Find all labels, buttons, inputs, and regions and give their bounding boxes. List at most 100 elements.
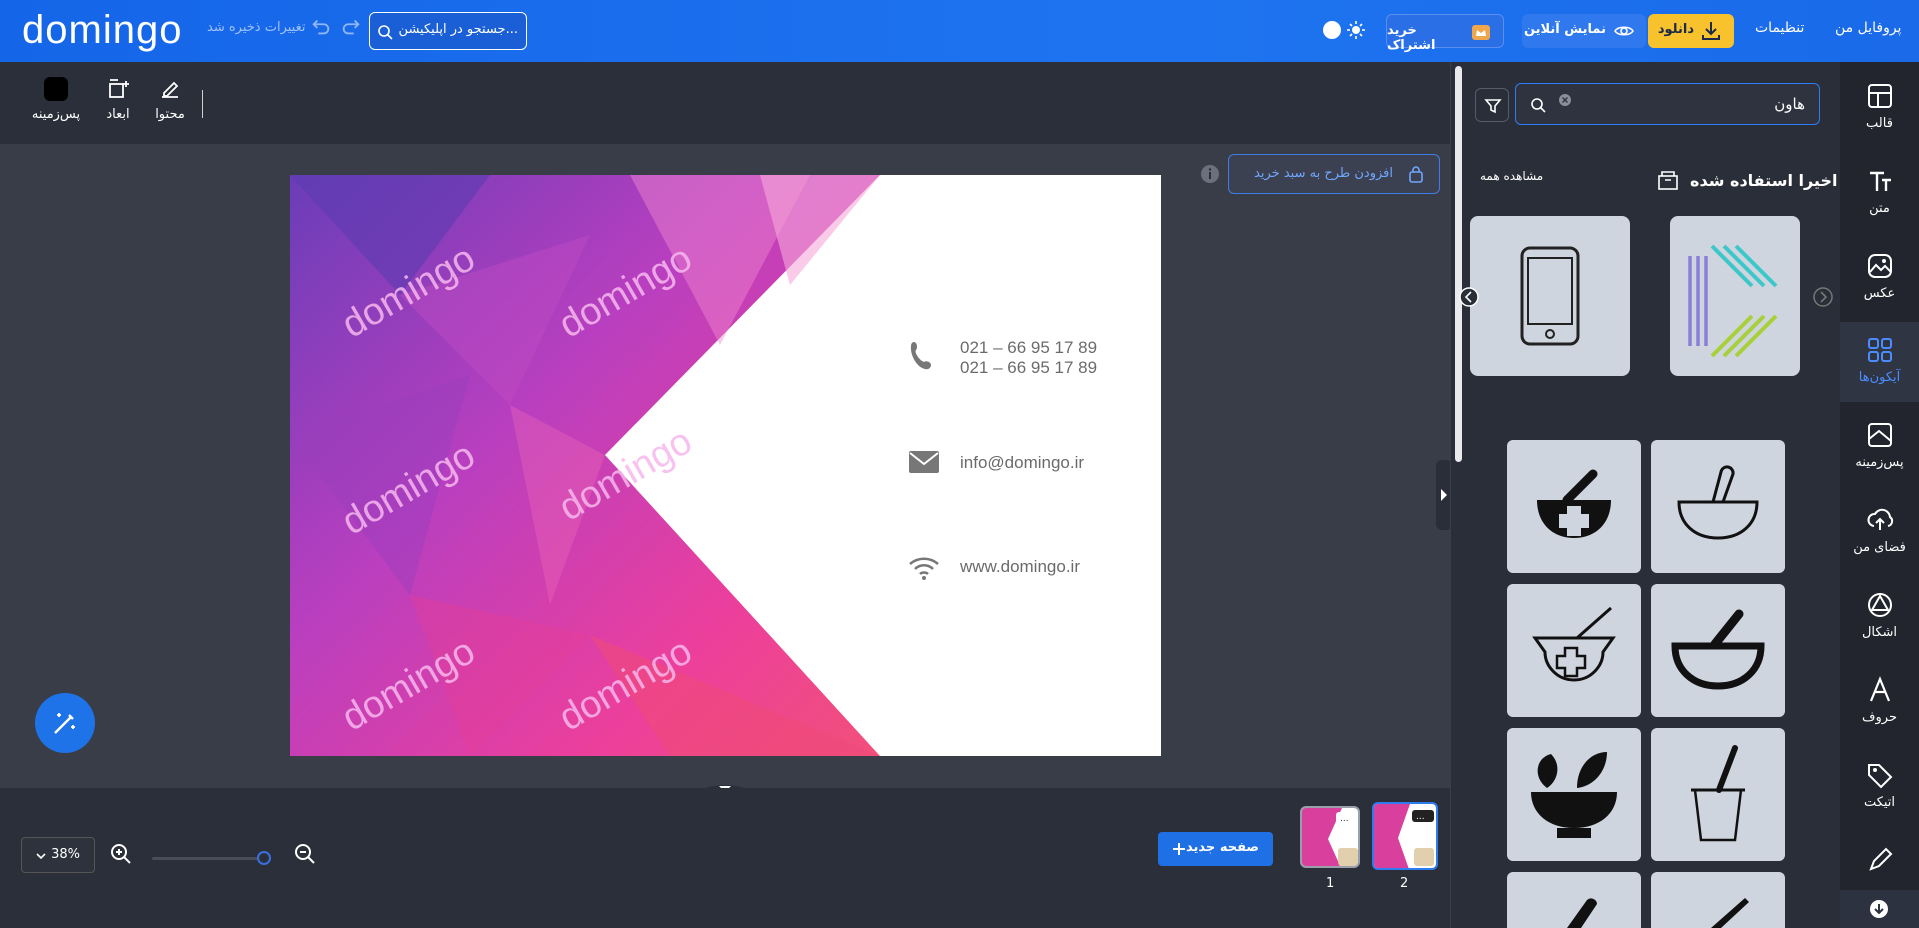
nav-label: قالب (1866, 116, 1893, 131)
icons-grid-icon (1867, 338, 1892, 362)
icon-result-tile[interactable] (1507, 872, 1641, 928)
dimensions-tool[interactable]: ابعاد (100, 77, 136, 122)
zoom-out-icon[interactable] (294, 843, 316, 865)
theme-toggle[interactable] (1320, 18, 1368, 42)
info-icon[interactable] (1200, 164, 1220, 184)
icon-result-tile[interactable] (1507, 440, 1641, 573)
search-icon (378, 25, 393, 40)
mortar-pestle-medical-icon (1532, 606, 1616, 682)
shapes-icon (1867, 593, 1892, 617)
carousel-prev-icon[interactable] (1458, 286, 1480, 308)
app-search-input[interactable]: جستجو در اپلیکیشن... (369, 12, 527, 50)
photo-icon (1867, 254, 1892, 278)
nav-letters[interactable]: حروف (1840, 662, 1919, 742)
recently-used-title: اخیرا استفاده شده (1690, 171, 1838, 190)
save-status: تغییرات ذخیره شد (207, 20, 306, 35)
subscribe-label: خرید اشتراک (1387, 23, 1436, 53)
background-swatch-icon (44, 77, 68, 101)
wifi-icon (909, 557, 939, 580)
nav-label: اشکال (1861, 625, 1898, 640)
page-thumbnail-active[interactable]: ... (1372, 802, 1438, 870)
cloud-upload-icon (1867, 508, 1893, 530)
mortar-pestle-cross-icon (1537, 469, 1611, 538)
panel-scrollbar[interactable] (1455, 66, 1462, 462)
filter-icon (1484, 99, 1502, 114)
herbal-mortar-icon (1531, 752, 1617, 838)
nav-background[interactable]: پس‌زمینه (1840, 407, 1919, 487)
magic-wand-button[interactable] (35, 693, 95, 753)
add-to-cart-button[interactable]: افزودن طرح به سبد خرید (1228, 154, 1440, 194)
letters-icon (1869, 676, 1890, 702)
toolbar-divider (202, 90, 203, 118)
zoom-slider-handle[interactable] (257, 851, 271, 865)
icon-result-tile[interactable] (1651, 584, 1785, 717)
icon-result-tile[interactable] (1507, 584, 1641, 717)
nav-label: آیکون‌ها (1858, 370, 1901, 385)
undo-icon[interactable] (310, 16, 332, 38)
mortar-pestle-bold-icon (1671, 609, 1765, 690)
nav-label: پس‌زمینه (1855, 455, 1904, 470)
page-thumbnail[interactable]: ... (1300, 806, 1360, 868)
text-icon (1869, 171, 1891, 191)
content-tool[interactable]: محتوا (152, 77, 188, 122)
background-icon (1867, 423, 1892, 447)
zoom-level-select[interactable]: 38% (21, 837, 95, 873)
plus-icon (1173, 843, 1185, 855)
clear-icon[interactable] (1558, 93, 1572, 107)
page-thumbnail-preview: ... (1374, 804, 1436, 868)
edit-icon (162, 81, 179, 98)
mortar-icon (1567, 898, 1597, 928)
email-text: info@domingo.ir (960, 453, 1085, 472)
online-preview-button[interactable]: نمایش آنلاین (1522, 14, 1646, 48)
subscribe-button[interactable]: خرید اشتراک (1386, 14, 1504, 53)
nav-scroll-more[interactable] (1840, 890, 1919, 928)
business-card-canvas[interactable]: domingo domingo domingo domingo domingo … (290, 175, 1161, 756)
background-tool-label: پس‌زمینه (31, 107, 81, 122)
icon-result-tile[interactable] (1651, 728, 1785, 861)
zoom-level-value: 38% (51, 847, 80, 862)
carousel-next-icon[interactable] (1812, 286, 1834, 308)
top-bar: domingo تغییرات ذخیره شد جستجو در اپلیکی… (0, 0, 1919, 62)
nav-photo[interactable]: عکس (1840, 238, 1919, 318)
nav-label: متن (1869, 201, 1890, 216)
recent-icon-card[interactable] (1470, 216, 1630, 376)
chevron-down-icon (36, 853, 46, 860)
download-icon (1702, 22, 1720, 40)
see-all-link[interactable]: مشاهده همه (1480, 169, 1543, 183)
crown-icon (1472, 25, 1490, 40)
zoom-slider-track[interactable] (152, 857, 270, 860)
content-tool-label: محتوا (155, 107, 185, 122)
nav-icons[interactable]: آیکون‌ها (1840, 322, 1919, 402)
icon-result-tile[interactable] (1651, 872, 1785, 928)
background-tool[interactable]: پس‌زمینه (30, 77, 82, 122)
recent-icon-card[interactable] (1670, 216, 1800, 376)
nav-template[interactable]: قالب (1840, 68, 1919, 148)
nav-tag[interactable]: اتیکت (1840, 747, 1919, 827)
nav-shapes[interactable]: اشکال (1840, 577, 1919, 657)
icon-result-tile[interactable] (1651, 440, 1785, 573)
envelope-icon (909, 451, 939, 473)
new-page-button[interactable]: صفحه جدید (1158, 832, 1273, 866)
profile-link[interactable]: پروفایل من (1835, 20, 1901, 36)
nav-my-space[interactable]: فضای من (1840, 492, 1919, 572)
settings-link[interactable]: تنظیمات (1755, 20, 1804, 36)
phone-line-2: 021 – 66 95 17 89 (960, 358, 1098, 377)
smartphone-icon (1520, 246, 1580, 346)
domingo-logo[interactable]: domingo (22, 8, 182, 53)
redo-icon[interactable] (340, 16, 362, 38)
download-button[interactable]: دانلود (1648, 14, 1734, 48)
phone-line-1: 021 – 66 95 17 89 (960, 338, 1098, 357)
filter-button[interactable] (1475, 88, 1509, 122)
search-icon (1531, 98, 1546, 113)
nav-label: حروف (1862, 710, 1897, 725)
download-label: دانلود (1657, 22, 1694, 37)
arrow-down-circle-icon (1870, 900, 1888, 918)
icon-search-input[interactable]: هاون (1515, 83, 1820, 125)
nav-text[interactable]: متن (1840, 153, 1919, 233)
zoom-in-icon[interactable] (110, 843, 132, 865)
nav-label: فضای من (1853, 540, 1906, 555)
nav-draw[interactable] (1840, 832, 1919, 890)
svg-text:...: ... (1416, 812, 1425, 822)
nav-label: عکس (1863, 286, 1896, 301)
icon-result-tile[interactable] (1507, 728, 1641, 861)
